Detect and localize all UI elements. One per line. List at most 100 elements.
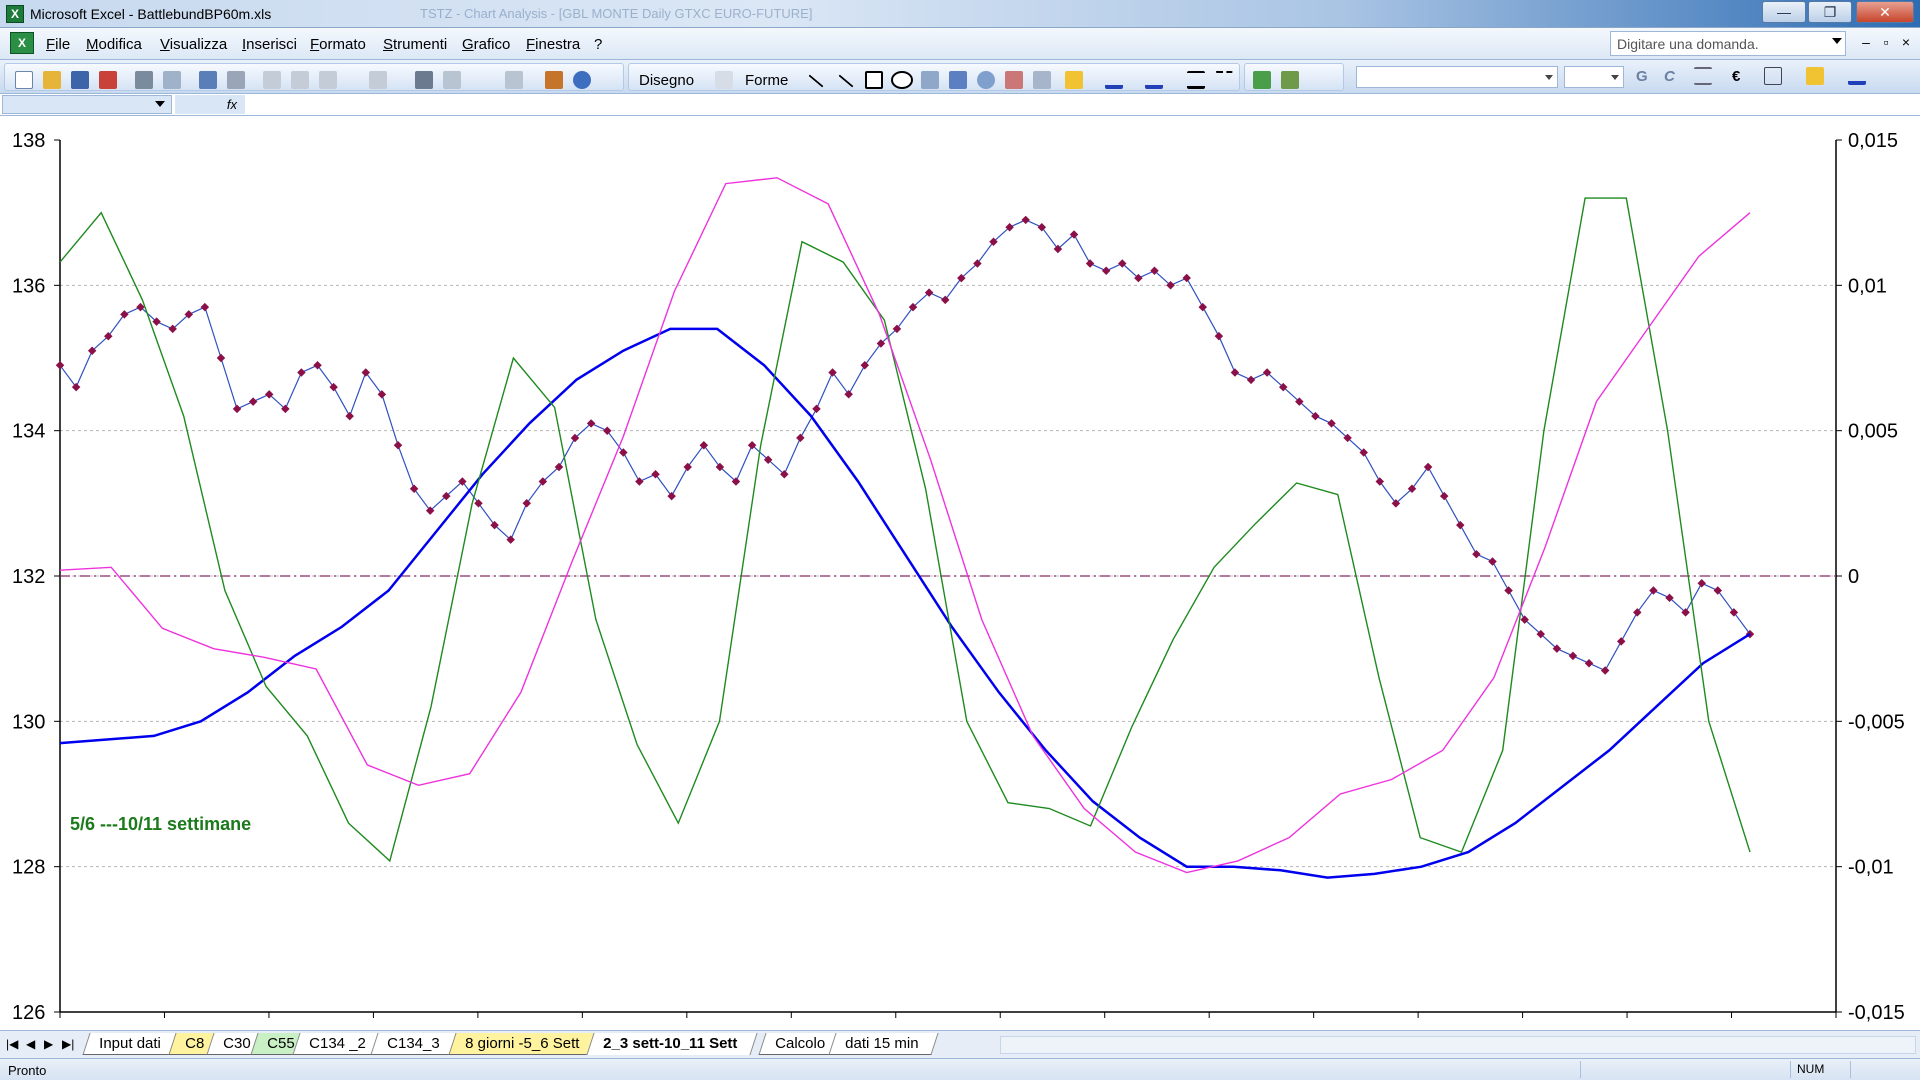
last-sheet-icon[interactable]: ▶| bbox=[62, 1037, 74, 1051]
data-point bbox=[393, 440, 403, 450]
disegno-menu[interactable]: Disegno bbox=[639, 72, 694, 89]
data-point bbox=[1037, 222, 1047, 232]
textbox-icon[interactable] bbox=[921, 71, 939, 89]
data-point bbox=[1616, 637, 1626, 646]
status-text: Pronto bbox=[8, 1063, 47, 1078]
green-oscillator-series bbox=[59, 197, 1751, 863]
chart-area[interactable]: 138 0,015 136 0,01 134 0,005 132 0 130 -0,005 128 -… bbox=[0, 116, 1920, 1030]
line-icon[interactable] bbox=[808, 74, 824, 88]
menu-formato[interactable]: Formato bbox=[310, 36, 366, 53]
align-icon[interactable] bbox=[1694, 67, 1712, 85]
line-style-icon[interactable] bbox=[1187, 71, 1205, 89]
doc-minimize-icon[interactable]: – bbox=[1856, 34, 1876, 50]
menu-inserisci[interactable]: Inserisci bbox=[242, 36, 297, 53]
euro-button[interactable]: € bbox=[1732, 68, 1740, 85]
fill-bucket-icon[interactable] bbox=[1806, 67, 1824, 85]
horizontal-scrollbar[interactable] bbox=[1000, 1036, 1916, 1054]
save-icon[interactable] bbox=[71, 71, 89, 89]
select-objects-icon[interactable] bbox=[715, 71, 733, 89]
tab-input-dati[interactable]: Input dati bbox=[82, 1033, 182, 1055]
data-point bbox=[1085, 259, 1095, 268]
data-point bbox=[313, 361, 322, 370]
menu-help[interactable]: ? bbox=[594, 36, 602, 53]
doc-close-icon[interactable]: × bbox=[1896, 34, 1916, 50]
data-point bbox=[1472, 549, 1481, 559]
open-icon[interactable] bbox=[43, 71, 61, 89]
maximize-button[interactable]: ❐ bbox=[1808, 1, 1852, 23]
first-sheet-icon[interactable]: |◀ bbox=[6, 1037, 18, 1051]
excel-icon[interactable]: X bbox=[6, 5, 24, 23]
font-name-combo[interactable] bbox=[1356, 66, 1558, 88]
data-point bbox=[1584, 658, 1594, 668]
menu-grafico[interactable]: Grafico bbox=[462, 36, 510, 53]
menu-file[interactable]: File bbox=[46, 36, 70, 53]
line-color-icon[interactable] bbox=[1105, 71, 1123, 89]
text-color-icon[interactable] bbox=[1848, 67, 1866, 85]
menu-visualizza[interactable]: Visualizza bbox=[160, 36, 227, 53]
borders-icon[interactable] bbox=[1764, 67, 1782, 85]
data-point bbox=[941, 295, 950, 305]
picture-icon[interactable] bbox=[1033, 71, 1051, 89]
italic-button[interactable]: C bbox=[1664, 68, 1675, 85]
diagram-icon[interactable] bbox=[977, 71, 995, 89]
chart-wizard-icon[interactable] bbox=[545, 71, 563, 89]
chart-annotation: 5/6 ---10/11 settimane bbox=[70, 814, 252, 834]
tab-label: dati 15 min bbox=[845, 1035, 919, 1052]
new-icon[interactable] bbox=[15, 71, 33, 89]
data-point bbox=[796, 433, 805, 443]
3d-icon[interactable] bbox=[1281, 71, 1299, 89]
y-left-tick-label: 130 bbox=[12, 711, 45, 733]
tab-c134-3[interactable]: C134_3 bbox=[370, 1033, 461, 1055]
fill-color-icon[interactable] bbox=[1065, 71, 1083, 89]
rectangle-icon[interactable] bbox=[865, 71, 883, 89]
clipart-icon[interactable] bbox=[1005, 71, 1023, 89]
help-search-input[interactable]: Digitare una domanda. bbox=[1610, 31, 1846, 56]
chevron-down-icon[interactable] bbox=[155, 101, 165, 107]
next-sheet-icon[interactable]: ▶ bbox=[44, 1037, 53, 1051]
research-icon[interactable] bbox=[227, 71, 245, 89]
sort-icon[interactable] bbox=[505, 71, 523, 89]
line-chart[interactable]: 138 0,015 136 0,01 134 0,005 132 0 130 -0,005 128 -… bbox=[0, 116, 1920, 1030]
cut-icon[interactable] bbox=[263, 71, 281, 89]
menu-finestra[interactable]: Finestra bbox=[526, 36, 580, 53]
paste-icon[interactable] bbox=[319, 71, 337, 89]
font-color-icon[interactable] bbox=[1145, 71, 1163, 89]
name-box[interactable] bbox=[2, 95, 172, 114]
function-icon[interactable]: fx bbox=[175, 95, 245, 114]
tab-8-giorni[interactable]: 8 giorni -5_6 Sett bbox=[448, 1033, 600, 1055]
tab-2-3-sett[interactable]: 2_3 sett-10_11 Sett bbox=[586, 1033, 758, 1055]
undo-icon[interactable] bbox=[369, 71, 387, 89]
permission-icon[interactable] bbox=[99, 71, 117, 89]
shadow-icon[interactable] bbox=[1253, 71, 1271, 89]
wordart-icon[interactable] bbox=[949, 71, 967, 89]
menu-modifica[interactable]: Modifica bbox=[86, 36, 142, 53]
copy-icon[interactable] bbox=[291, 71, 309, 89]
dash-style-icon[interactable] bbox=[1215, 71, 1233, 89]
arrow-icon[interactable] bbox=[838, 74, 854, 88]
data-point bbox=[1246, 375, 1256, 385]
data-point bbox=[1439, 491, 1449, 501]
oval-icon[interactable] bbox=[891, 71, 913, 89]
hyperlink-icon[interactable] bbox=[415, 71, 433, 89]
help-icon[interactable] bbox=[573, 71, 591, 89]
data-point bbox=[635, 477, 644, 486]
workbook-icon[interactable]: X bbox=[10, 32, 34, 54]
print-preview-icon[interactable] bbox=[163, 71, 181, 89]
spelling-icon[interactable] bbox=[199, 71, 217, 89]
font-size-combo[interactable] bbox=[1564, 66, 1624, 88]
tab-dati-15-min[interactable]: dati 15 min bbox=[828, 1033, 939, 1055]
data-point bbox=[200, 302, 210, 312]
autosum-icon[interactable] bbox=[443, 71, 461, 89]
forme-menu[interactable]: Forme bbox=[745, 72, 788, 89]
menu-strumenti[interactable]: Strumenti bbox=[383, 36, 447, 53]
close-button[interactable]: ✕ bbox=[1856, 1, 1914, 23]
prev-sheet-icon[interactable]: ◀ bbox=[26, 1037, 35, 1051]
data-point bbox=[1198, 302, 1207, 312]
tab-label: C8 bbox=[185, 1035, 205, 1052]
bold-button[interactable]: G bbox=[1636, 68, 1648, 85]
print-icon[interactable] bbox=[135, 71, 153, 89]
chevron-down-icon[interactable] bbox=[1832, 38, 1842, 44]
doc-restore-icon[interactable]: ▫ bbox=[1876, 34, 1896, 50]
data-point bbox=[345, 411, 354, 421]
minimize-button[interactable]: — bbox=[1762, 1, 1806, 23]
